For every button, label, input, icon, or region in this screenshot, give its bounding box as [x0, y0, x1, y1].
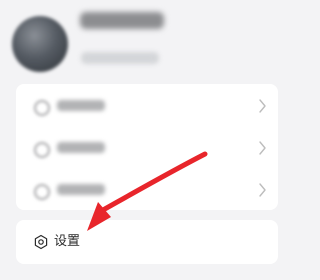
profile-header[interactable]: [0, 0, 290, 82]
settings-icon: [34, 234, 48, 250]
menu-row-3-icon: [34, 184, 50, 200]
username-blurred: [80, 12, 164, 29]
settings-label: 设置: [54, 234, 81, 249]
chevron-right-icon: [259, 99, 266, 113]
menu-row-2[interactable]: [16, 126, 278, 168]
page-bottom-edge: [0, 270, 290, 280]
menu-card: [16, 84, 278, 210]
menu-row-3[interactable]: [16, 168, 278, 210]
menu-row-1[interactable]: [16, 84, 278, 126]
menu-row-1-icon: [34, 100, 50, 116]
menu-row-1-label-blurred: [57, 100, 105, 111]
menu-row-2-label-blurred: [57, 142, 105, 153]
avatar[interactable]: [12, 16, 68, 72]
user-subtitle-blurred: [81, 52, 159, 64]
chevron-right-icon: [259, 183, 266, 197]
menu-row-3-label-blurred: [57, 184, 105, 195]
chevron-right-icon: [259, 141, 266, 155]
settings-menu-item[interactable]: 设置: [16, 220, 278, 264]
menu-row-2-icon: [34, 142, 50, 158]
